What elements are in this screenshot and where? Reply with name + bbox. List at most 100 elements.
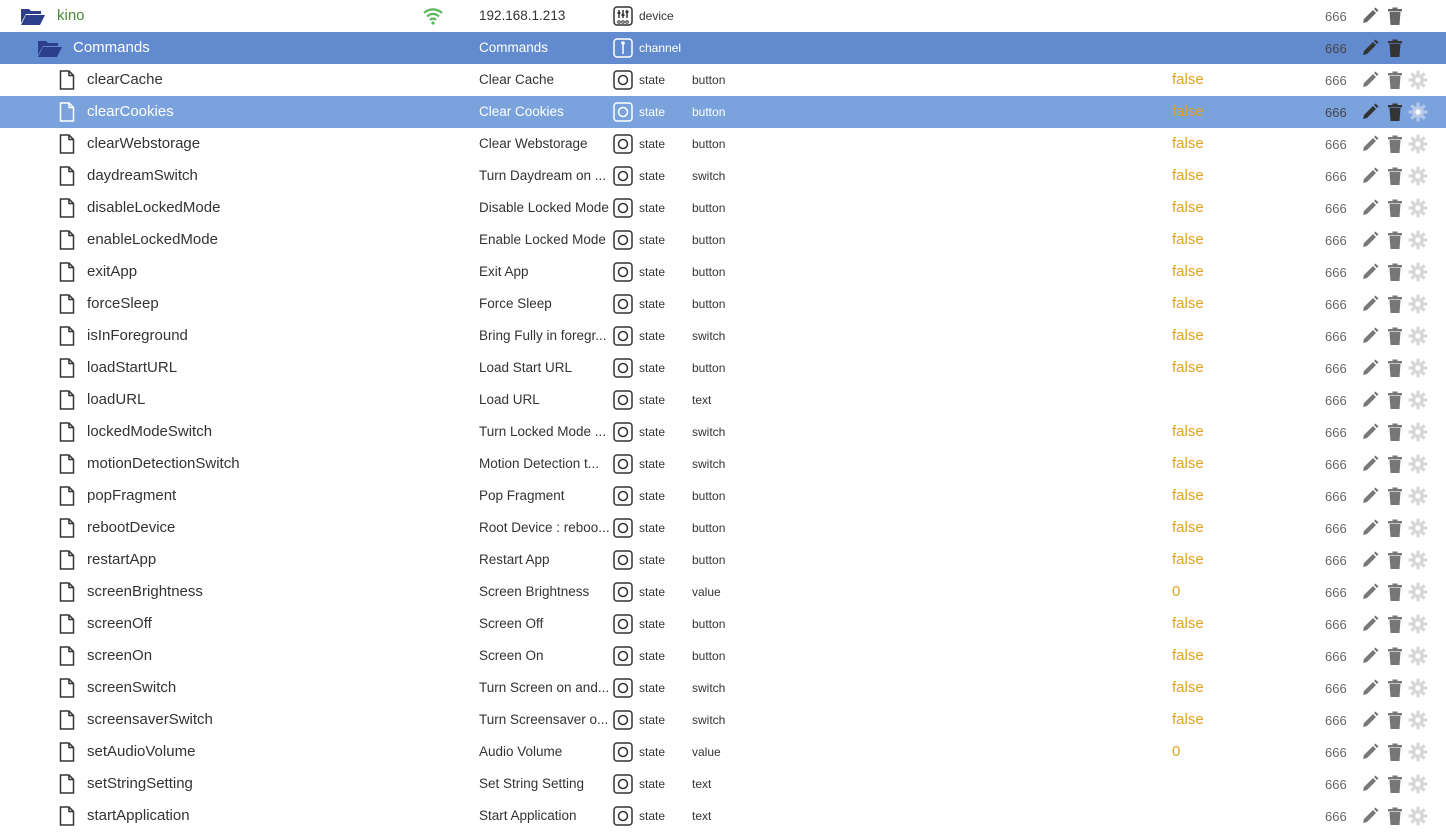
state-row[interactable]: rebootDevice Root Device : reboo... state b… (0, 512, 1446, 544)
gear-icon[interactable] (1408, 582, 1428, 602)
state-value[interactable]: false (1172, 64, 1204, 96)
state-value[interactable]: false (1172, 352, 1204, 384)
state-value[interactable]: false (1172, 672, 1204, 704)
state-row[interactable]: screenOff Screen Off state button false 666 (0, 608, 1446, 640)
trash-icon[interactable] (1385, 102, 1405, 122)
trash-icon[interactable] (1385, 262, 1405, 282)
trash-icon[interactable] (1385, 422, 1405, 442)
trash-icon[interactable] (1385, 294, 1405, 314)
gear-icon[interactable] (1408, 678, 1428, 698)
pencil-icon[interactable] (1360, 230, 1380, 250)
state-value[interactable]: 0 (1172, 736, 1180, 768)
state-value[interactable]: false (1172, 224, 1204, 256)
pencil-icon[interactable] (1360, 358, 1380, 378)
state-row[interactable]: startApplication Start Application state te… (0, 800, 1446, 832)
pencil-icon[interactable] (1360, 6, 1380, 26)
pencil-icon[interactable] (1360, 422, 1380, 442)
pencil-icon[interactable] (1360, 486, 1380, 506)
gear-icon[interactable] (1408, 486, 1428, 506)
state-value[interactable]: false (1172, 320, 1204, 352)
trash-icon[interactable] (1385, 486, 1405, 506)
trash-icon[interactable] (1385, 582, 1405, 602)
trash-icon[interactable] (1385, 614, 1405, 634)
gear-icon[interactable] (1408, 646, 1428, 666)
gear-icon[interactable] (1408, 166, 1428, 186)
state-row[interactable]: screenSwitch Turn Screen on and... state sw… (0, 672, 1446, 704)
pencil-icon[interactable] (1360, 518, 1380, 538)
state-row[interactable]: disableLockedMode Disable Locked Mode stat… (0, 192, 1446, 224)
gear-icon[interactable] (1408, 134, 1428, 154)
state-row[interactable]: exitApp Exit App state button false 666 (0, 256, 1446, 288)
state-row[interactable]: lockedModeSwitch Turn Locked Mode ... stat… (0, 416, 1446, 448)
state-row[interactable]: setStringSetting Set String Setting state t… (0, 768, 1446, 800)
gear-icon[interactable] (1408, 262, 1428, 282)
state-row[interactable]: screensaverSwitch Turn Screensaver o... st… (0, 704, 1446, 736)
state-value[interactable]: false (1172, 192, 1204, 224)
trash-icon[interactable] (1385, 70, 1405, 90)
state-row[interactable]: enableLockedMode Enable Locked Mode state b… (0, 224, 1446, 256)
trash-icon[interactable] (1385, 166, 1405, 186)
state-row[interactable]: clearCache Clear Cache state button false 666 (0, 64, 1446, 96)
pencil-icon[interactable] (1360, 390, 1380, 410)
state-value[interactable]: false (1172, 96, 1204, 128)
pencil-icon[interactable] (1360, 646, 1380, 666)
gear-icon[interactable] (1408, 102, 1428, 122)
gear-icon[interactable] (1408, 774, 1428, 794)
state-value[interactable]: false (1172, 640, 1204, 672)
state-row[interactable]: screenBrightness Screen Brightness state va… (0, 576, 1446, 608)
gear-icon[interactable] (1408, 550, 1428, 570)
state-value[interactable]: false (1172, 256, 1204, 288)
trash-icon[interactable] (1385, 38, 1405, 58)
pencil-icon[interactable] (1360, 38, 1380, 58)
pencil-icon[interactable] (1360, 262, 1380, 282)
folder-open-icon[interactable] (37, 38, 63, 58)
state-row[interactable]: popFragment Pop Fragment state button false 6… (0, 480, 1446, 512)
pencil-icon[interactable] (1360, 774, 1380, 794)
trash-icon[interactable] (1385, 358, 1405, 378)
gear-icon[interactable] (1408, 454, 1428, 474)
state-value[interactable]: false (1172, 288, 1204, 320)
trash-icon[interactable] (1385, 454, 1405, 474)
state-value[interactable]: false (1172, 512, 1204, 544)
trash-icon[interactable] (1385, 230, 1405, 250)
state-row[interactable]: setAudioVolume Audio Volume state value 0 666 (0, 736, 1446, 768)
gear-icon[interactable] (1408, 742, 1428, 762)
pencil-icon[interactable] (1360, 102, 1380, 122)
trash-icon[interactable] (1385, 710, 1405, 730)
gear-icon[interactable] (1408, 198, 1428, 218)
state-value[interactable]: false (1172, 704, 1204, 736)
state-row[interactable]: loadStartURL Load Start URL state button fal… (0, 352, 1446, 384)
trash-icon[interactable] (1385, 646, 1405, 666)
pencil-icon[interactable] (1360, 454, 1380, 474)
pencil-icon[interactable] (1360, 678, 1380, 698)
state-row[interactable]: loadURL Load URL state text 666 (0, 384, 1446, 416)
gear-icon[interactable] (1408, 710, 1428, 730)
gear-icon[interactable] (1408, 358, 1428, 378)
pencil-icon[interactable] (1360, 134, 1380, 154)
state-value[interactable]: 0 (1172, 576, 1180, 608)
trash-icon[interactable] (1385, 774, 1405, 794)
gear-icon[interactable] (1408, 390, 1428, 410)
state-row[interactable]: motionDetectionSwitch Motion Detection t.… (0, 448, 1446, 480)
state-value[interactable]: false (1172, 128, 1204, 160)
state-value[interactable]: false (1172, 448, 1204, 480)
pencil-icon[interactable] (1360, 550, 1380, 570)
state-row[interactable]: forceSleep Force Sleep state button false 666 (0, 288, 1446, 320)
state-value[interactable]: false (1172, 544, 1204, 576)
state-value[interactable]: false (1172, 416, 1204, 448)
gear-icon[interactable] (1408, 294, 1428, 314)
trash-icon[interactable] (1385, 550, 1405, 570)
trash-icon[interactable] (1385, 6, 1405, 26)
trash-icon[interactable] (1385, 518, 1405, 538)
folder-open-icon[interactable] (20, 6, 46, 26)
gear-icon[interactable] (1408, 326, 1428, 346)
gear-icon[interactable] (1408, 614, 1428, 634)
state-value[interactable]: false (1172, 480, 1204, 512)
trash-icon[interactable] (1385, 198, 1405, 218)
pencil-icon[interactable] (1360, 806, 1380, 826)
trash-icon[interactable] (1385, 134, 1405, 154)
gear-icon[interactable] (1408, 70, 1428, 90)
pencil-icon[interactable] (1360, 166, 1380, 186)
trash-icon[interactable] (1385, 678, 1405, 698)
gear-icon[interactable] (1408, 518, 1428, 538)
